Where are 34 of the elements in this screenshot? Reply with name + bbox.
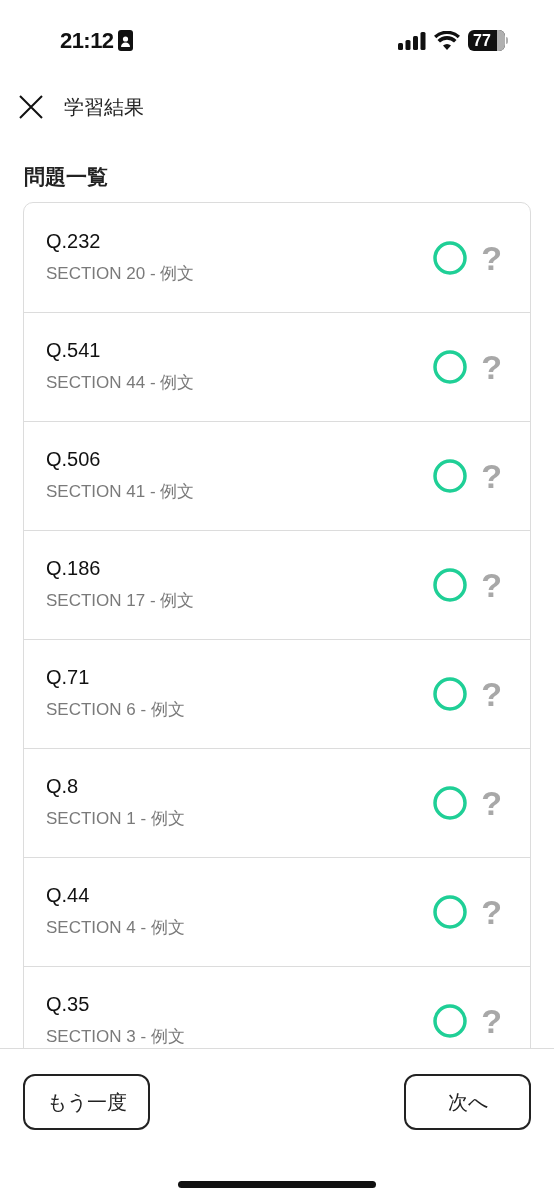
question-number: Q.232 (46, 228, 102, 253)
question-number: Q.71 (46, 665, 91, 689)
question-section: SECTION 20 - 例文 (46, 262, 434, 285)
question-row[interactable]: Q.8 SECTION 1 - 例文 ? (24, 748, 530, 857)
close-button[interactable] (19, 95, 43, 119)
question-row[interactable]: Q.186 SECTION 17 - 例文 ? (24, 530, 530, 639)
question-row[interactable]: Q.232 SECTION 20 - 例文 ? (24, 203, 530, 312)
signal-icon (398, 31, 426, 50)
question-section: SECTION 44 - 例文 (46, 372, 434, 394)
question-section: SECTION 1 - 例文 (46, 808, 434, 830)
question-row[interactable]: Q.71 SECTION 6 - 例文 ? (24, 639, 530, 748)
retry-button[interactable]: もう一度 (23, 1074, 150, 1130)
question-row[interactable]: Q.541 SECTION 44 - 例文 ? (24, 312, 530, 421)
question-number: Q.44 (46, 883, 91, 907)
question-number: Q.8 (46, 774, 80, 798)
battery-indicator: 77 (468, 30, 508, 51)
screen-title: 学習結果 (64, 95, 144, 120)
question-row[interactable]: Q.44 SECTION 4 - 例文 ? (24, 857, 530, 966)
question-number: Q.186 (46, 556, 102, 580)
question-number: Q.506 (46, 447, 102, 471)
section-heading: 問題一覧 (24, 163, 108, 190)
question-row[interactable]: Q.506 SECTION 41 - 例文 ? (24, 421, 530, 530)
question-section: SECTION 6 - 例文 (46, 699, 434, 721)
status-time: 21:12 (60, 27, 114, 55)
wifi-icon (434, 31, 460, 50)
id-card-icon (117, 30, 133, 51)
question-section: SECTION 3 - 例文 (46, 1026, 434, 1048)
question-number: Q.541 (46, 338, 102, 362)
question-section: SECTION 41 - 例文 (46, 481, 434, 503)
question-row[interactable]: Q.35 SECTION 3 - 例文 ? (24, 966, 530, 1048)
question-number: Q.35 (46, 992, 91, 1016)
question-section: SECTION 4 - 例文 (46, 917, 434, 939)
question-section: SECTION 17 - 例文 (46, 590, 434, 612)
next-button[interactable]: 次へ (404, 1074, 531, 1130)
